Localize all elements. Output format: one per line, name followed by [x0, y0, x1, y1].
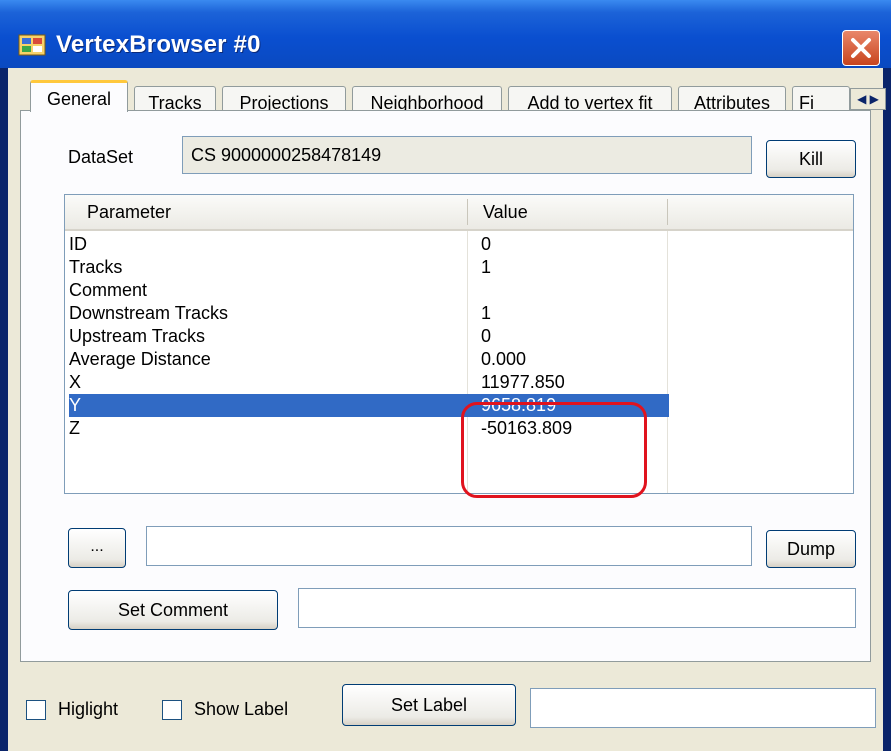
- tab-general[interactable]: General: [30, 80, 128, 112]
- window: VertexBrowser #0 General Tracks Projecti…: [0, 0, 891, 751]
- cell-value: [469, 279, 669, 302]
- column-separator[interactable]: [667, 199, 668, 225]
- close-button[interactable]: [842, 30, 880, 66]
- dataset-label: DataSet: [68, 147, 134, 167]
- show-label-label[interactable]: Show Label: [194, 699, 288, 720]
- cell-value: 1: [481, 257, 492, 277]
- window-title: VertexBrowser #0: [56, 31, 261, 58]
- table-header: Parameter Value: [65, 195, 853, 231]
- cell-value: 11977.850: [481, 372, 565, 392]
- set-label-button[interactable]: Set Label: [342, 684, 516, 726]
- cell-parameter: Downstream Tracks: [69, 303, 229, 323]
- cell-parameter: ID: [69, 234, 87, 254]
- cell-parameter: X: [69, 372, 82, 392]
- cell-value: 0: [481, 326, 492, 346]
- chevron-left-icon[interactable]: ◀: [857, 92, 866, 106]
- parameter-table[interactable]: Parameter Value ID 0 Tracks 1 Comment Do…: [64, 194, 854, 494]
- tab-scroll-buttons[interactable]: ◀ ▶: [850, 88, 886, 110]
- cell-parameter: Y: [69, 394, 469, 417]
- cell-value: 1: [481, 303, 492, 323]
- cell-parameter: Average Distance: [69, 349, 211, 369]
- show-label-checkbox[interactable]: [162, 700, 182, 720]
- cell-parameter: Comment: [69, 280, 148, 300]
- dataset-field[interactable]: CS 9000000258478149: [182, 136, 752, 174]
- annotation-ring: [461, 402, 647, 498]
- title-bar[interactable]: VertexBrowser #0: [0, 0, 891, 68]
- comment-field[interactable]: [298, 588, 856, 628]
- header-value[interactable]: Value: [483, 202, 528, 223]
- cell-parameter: Tracks: [69, 257, 123, 277]
- cell-value: 0: [481, 234, 492, 254]
- path-field[interactable]: [146, 526, 752, 566]
- kill-button[interactable]: Kill: [766, 140, 856, 178]
- browse-button[interactable]: ...: [68, 528, 126, 568]
- header-parameter[interactable]: Parameter: [87, 202, 171, 223]
- chevron-right-icon[interactable]: ▶: [870, 92, 879, 106]
- cell-parameter: Upstream Tracks: [69, 326, 206, 346]
- label-field[interactable]: [530, 688, 876, 728]
- highlight-checkbox[interactable]: [26, 700, 46, 720]
- highlight-label[interactable]: Higlight: [58, 699, 118, 720]
- dump-button[interactable]: Dump: [766, 530, 856, 568]
- column-separator[interactable]: [467, 199, 468, 225]
- cell-parameter: Z: [69, 418, 80, 438]
- cell-value: 0.000: [481, 349, 527, 369]
- app-icon: [18, 34, 46, 56]
- set-comment-button[interactable]: Set Comment: [68, 590, 278, 630]
- close-icon: [851, 38, 871, 58]
